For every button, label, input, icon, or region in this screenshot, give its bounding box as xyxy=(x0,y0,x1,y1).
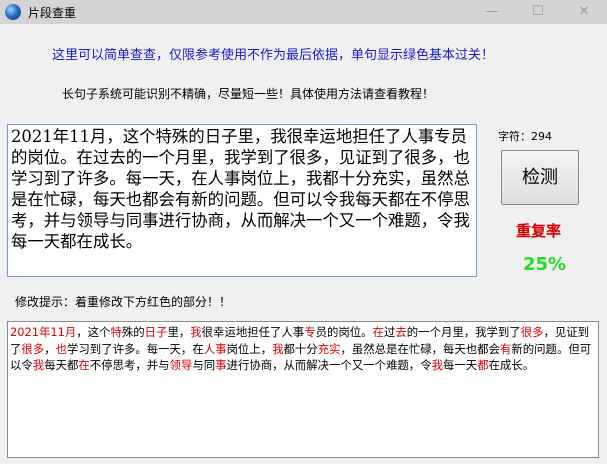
notice-line-1: 这里可以简单查查，仅限参考使用不作为最后依据，单句显示绿色基本过关！ xyxy=(52,48,495,63)
text-segment: 里， xyxy=(167,325,191,339)
highlight-segment: 很多 xyxy=(520,325,544,339)
minimize-button[interactable]: — xyxy=(469,0,515,24)
highlight-segment: 领导 xyxy=(169,358,193,372)
highlight-segment: 专 xyxy=(304,325,316,339)
highlight-segment: 我 xyxy=(32,358,45,372)
input-text: 2021年11月，这个特殊的日子里，我很幸运地担任了人事专员的岗位。在过去的一个… xyxy=(11,127,470,251)
close-button[interactable]: ✕ xyxy=(561,0,607,24)
text-segment: 员的岗位。 xyxy=(315,325,373,339)
highlight-segment: 人事 xyxy=(203,341,227,356)
result-textbox[interactable]: 2021年11月，这个特殊的日子里，我很幸运地担任了人事专员的岗位。在过去的一个… xyxy=(7,321,599,458)
text-segment: 的一个月里，我学到了 xyxy=(406,325,521,339)
highlight-segment: 我 xyxy=(190,325,202,339)
highlight-segment: 有 xyxy=(499,341,512,356)
text-segment: 岗位上， xyxy=(226,341,273,356)
text-segment: 每天都 xyxy=(44,358,79,372)
repeat-rate-value: 25% xyxy=(523,254,567,275)
highlight-segment: 日子 xyxy=(144,325,168,339)
highlight-segment: 我 xyxy=(431,358,443,372)
highlight-segment: 都 xyxy=(477,358,489,372)
text-segment: 学习到了许多。每一天，在 xyxy=(67,341,204,356)
highlight-segment: 事 xyxy=(215,358,227,372)
maximize-button[interactable]: ☐ xyxy=(515,0,561,24)
highlight-segment: 也 xyxy=(55,341,68,356)
text-segment: 都十分 xyxy=(283,341,318,356)
notice-line-2: 长句子系统可能识别不精确，尽量短一些！具体使用方法请查看教程！ xyxy=(62,87,435,101)
title-bar: 片段查重 — ☐ ✕ xyxy=(0,0,607,24)
highlight-segment: 去 xyxy=(395,325,407,339)
text-segment: 在成长。 xyxy=(488,358,535,372)
highlight-segment: 特 xyxy=(110,325,122,339)
text-segment: 每一天 xyxy=(443,358,478,372)
highlight-segment: 我 xyxy=(272,341,284,356)
highlight-segment: 很多 xyxy=(21,341,45,356)
globe-icon xyxy=(5,4,21,20)
char-count: 字符：294 xyxy=(498,128,552,144)
highlight-segment: 充实 xyxy=(317,341,341,356)
char-count-label: 字符： xyxy=(498,130,531,143)
repeat-rate-label: 重复率 xyxy=(516,222,562,240)
char-count-value: 294 xyxy=(531,130,552,143)
text-segment: 过 xyxy=(383,325,396,339)
text-segment: 进行协商，从而解决一个又一个难题，令 xyxy=(226,358,432,372)
text-segment: 不停思考，并与 xyxy=(89,358,170,372)
text-segment: ，虽然总是在忙碌，每天也都会 xyxy=(340,341,500,356)
window-title: 片段查重 xyxy=(28,6,77,20)
modify-hint: 修改提示：着重修改下方红色的部分！！ xyxy=(15,295,232,309)
highlight-segment: 在 xyxy=(372,325,384,339)
text-segment: ，这个 xyxy=(76,325,111,339)
text-segment: 与同 xyxy=(192,358,216,372)
text-segment: ， xyxy=(44,341,56,356)
highlight-segment: 2021年11月 xyxy=(10,325,77,339)
check-button[interactable]: 检测 xyxy=(501,150,579,205)
input-textarea[interactable]: 2021年11月，这个特殊的日子里，我很幸运地担任了人事专员的岗位。在过去的一个… xyxy=(7,124,477,277)
text-segment: 很幸运地担任了人事 xyxy=(201,325,305,339)
text-segment: 殊的 xyxy=(121,325,145,339)
highlight-segment: 在 xyxy=(78,358,90,372)
result-text: 2021年11月，这个特殊的日子里，我很幸运地担任了人事专员的岗位。在过去的一个… xyxy=(10,324,596,374)
